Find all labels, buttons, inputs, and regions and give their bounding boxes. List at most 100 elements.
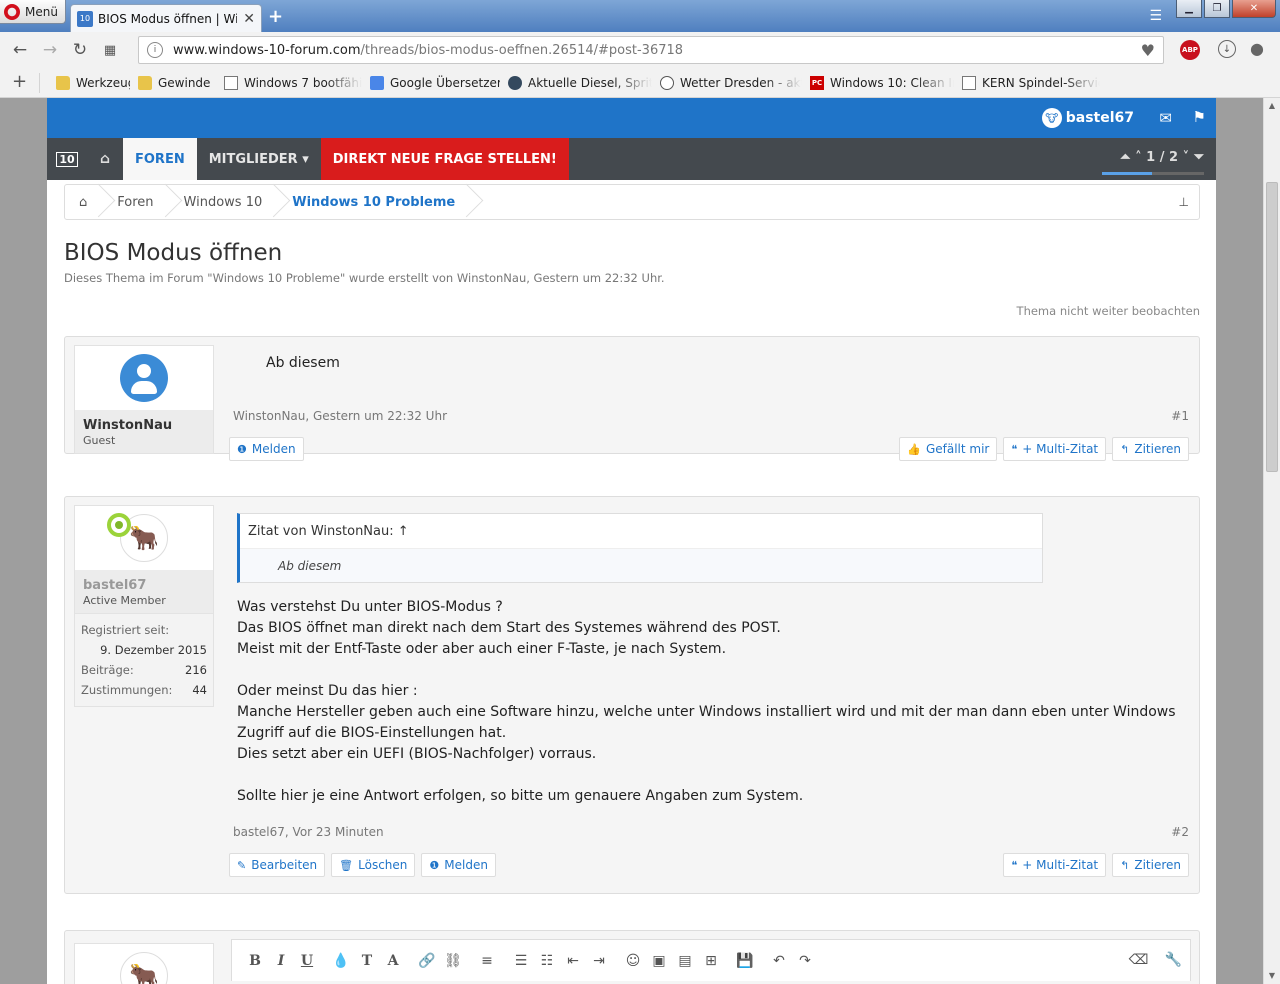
page-title: BIOS Modus öffnen (64, 240, 283, 266)
font-size-icon[interactable]: T (354, 953, 380, 969)
breadcrumb-windows-10[interactable]: Windows 10 (170, 185, 279, 219)
italic-button[interactable]: I (268, 953, 294, 969)
outdent-icon[interactable]: ⇤ (560, 953, 586, 969)
wrench-icon[interactable]: 🔧 (1165, 952, 1182, 968)
bookmark-label: KERN Spindel-Service (982, 75, 1100, 90)
quote-attribution[interactable]: Zitat von WinstonNau: ↑ (240, 514, 1042, 548)
home-icon[interactable]: ⌂ (87, 138, 123, 180)
post-meta[interactable]: bastel67, Vor 23 Minuten (233, 825, 384, 839)
post-username[interactable]: WinstonNau (83, 418, 205, 433)
edit-button[interactable]: ✎ Bearbeiten (229, 853, 326, 877)
posts-value[interactable]: 216 (185, 660, 207, 680)
breadcrumb-windows-10-probleme[interactable]: Windows 10 Probleme (278, 185, 471, 219)
prev-page-icon[interactable]: ˄ (1135, 150, 1142, 165)
back-arrow-icon[interactable]: ← (5, 40, 35, 60)
profile-icon[interactable]: ● (1250, 39, 1264, 58)
new-tab-button[interactable]: + (268, 6, 283, 27)
new-question-button[interactable]: DIREKT NEUE FRAGE STELLEN! (320, 138, 569, 180)
bookmark-kern[interactable]: KERN Spindel-Service (954, 68, 1100, 98)
forward-arrow-icon[interactable]: → (35, 40, 65, 60)
insert-icon[interactable]: ⊞ (698, 953, 724, 969)
sitemap-icon[interactable]: ⊥ (1179, 195, 1189, 209)
eraser-icon[interactable]: ⌫ (1129, 952, 1149, 968)
site-info-icon[interactable]: i (147, 42, 163, 58)
bullet-list-icon[interactable]: ☰ (508, 953, 534, 969)
bookmark-google-translate[interactable]: Google Übersetzer (362, 68, 500, 98)
tab-menu-icon[interactable]: ☰ (1149, 8, 1162, 24)
bookmark-wetter[interactable]: Wetter Dresden - akt (652, 68, 802, 98)
tab-close-icon[interactable]: ✕ (243, 11, 255, 27)
add-bookmark-button[interactable]: + (0, 72, 40, 93)
download-icon[interactable]: ↓ (1218, 40, 1236, 58)
post-number[interactable]: #2 (1171, 825, 1189, 839)
image-icon[interactable]: ▣ (646, 953, 672, 969)
report-button[interactable]: ❶ Melden (229, 437, 304, 461)
speed-dial-grid-icon[interactable]: ▦ (95, 43, 125, 58)
tab-foren[interactable]: FOREN (123, 138, 197, 180)
bookmark-win10-clean[interactable]: PC Windows 10: Clean In (802, 68, 954, 98)
delete-button[interactable]: 🗑 Löschen (331, 853, 416, 877)
first-page-icon[interactable]: ⏶ (1120, 150, 1130, 165)
bookmark-gewinde[interactable]: Gewinde (130, 68, 216, 98)
redo-icon[interactable]: ↷ (792, 953, 818, 969)
last-page-icon[interactable]: ⏷ (1194, 150, 1204, 165)
opera-menu-button[interactable]: Menü (0, 0, 66, 24)
post-body: Was verstehst Du unter BIOS-Modus ? Das … (237, 597, 1176, 807)
pager[interactable]: ⏶ ˄ 1 / 2 ˅ ⏷ (1120, 150, 1204, 165)
post-number[interactable]: #1 (1171, 409, 1189, 423)
quote-reply-button[interactable]: ↰ Zitieren (1112, 437, 1189, 461)
align-icon[interactable]: ≡ (474, 953, 500, 969)
reply-arrow-icon: ↰ (1120, 442, 1130, 456)
maximize-button[interactable]: ❐ (1204, 0, 1230, 18)
quote-reply-button[interactable]: ↰ Zitieren (1112, 853, 1189, 877)
font-family-icon[interactable]: A (380, 953, 406, 969)
avatar[interactable] (75, 346, 213, 410)
multi-quote-button[interactable]: ❝ + Multi-Zitat (1003, 853, 1107, 877)
unlink-icon[interactable]: ⛓ (440, 953, 466, 969)
bold-button[interactable]: B (242, 953, 268, 969)
report-button[interactable]: ❶ Melden (421, 853, 496, 877)
post-username[interactable]: bastel67 (83, 578, 205, 593)
button-label: Zitieren (1134, 858, 1181, 872)
scroll-down-arrow-icon[interactable]: ▼ (1264, 968, 1280, 984)
post-actions-right: ❝ + Multi-Zitat ↰ Zitieren (1003, 853, 1189, 877)
minimize-button[interactable]: ▁ (1176, 0, 1202, 18)
scrollbar-thumb[interactable] (1266, 182, 1278, 472)
save-draft-icon[interactable]: 💾 (732, 953, 758, 969)
flag-icon[interactable]: ⚑ (1193, 108, 1206, 126)
reload-icon[interactable]: ↻ (65, 40, 95, 60)
multi-quote-button[interactable]: ❝ + Multi-Zitat (1003, 437, 1107, 461)
bookmark-werkzeug[interactable]: Werkzeug (40, 68, 130, 98)
tab-mitglieder[interactable]: MITGLIEDER ▾ (197, 138, 321, 180)
adblock-plus-icon[interactable]: ABP (1180, 40, 1200, 60)
avatar[interactable]: 🐂 (75, 506, 213, 570)
account-link[interactable]: 🐮 bastel67 (1041, 108, 1134, 128)
like-button[interactable]: 👍 Gefällt mir (899, 437, 998, 461)
post-meta[interactable]: WinstonNau, Gestern um 22:32 Uhr (233, 409, 447, 423)
undo-icon[interactable]: ↶ (766, 953, 792, 969)
breadcrumb-home-icon[interactable]: ⌂ (65, 185, 103, 219)
link-icon[interactable]: 🔗 (414, 953, 440, 969)
indent-icon[interactable]: ⇥ (586, 953, 612, 969)
unwatch-thread-link[interactable]: Thema nicht weiter beobachten (1017, 304, 1200, 318)
numbered-list-icon[interactable]: ☷ (534, 953, 560, 969)
smiley-icon[interactable]: ☺ (620, 953, 646, 969)
underline-button[interactable]: U (294, 953, 320, 969)
browser-tab-active[interactable]: 10 BIOS Modus öffnen | Wind ✕ (70, 4, 262, 32)
scroll-up-arrow-icon[interactable]: ▲ (1264, 98, 1280, 114)
bookmark-heart-icon[interactable]: ♥ (1141, 41, 1155, 60)
post-1: WinstonNau Guest Ab diesem WinstonNau, G… (64, 336, 1200, 461)
media-icon[interactable]: ▤ (672, 953, 698, 969)
site-logo[interactable]: 10 (47, 138, 87, 180)
folder-icon (138, 75, 152, 90)
url-field[interactable]: i www.windows-10-forum.com/threads/bios-… (138, 36, 1164, 64)
breadcrumb-foren[interactable]: Foren (103, 185, 169, 219)
mail-icon[interactable]: ✉ (1159, 109, 1172, 127)
window-close-button[interactable]: ✕ (1232, 0, 1276, 18)
avatar[interactable]: 🐂 (75, 944, 213, 984)
next-page-icon[interactable]: ˅ (1183, 150, 1190, 165)
bookmark-diesel[interactable]: Aktuelle Diesel, Sprit (500, 68, 652, 98)
bookmark-windows7[interactable]: Windows 7 bootfähig (216, 68, 362, 98)
page-scrollbar[interactable]: ▲ ▼ (1263, 98, 1280, 984)
text-color-icon[interactable]: 💧 (328, 953, 354, 969)
